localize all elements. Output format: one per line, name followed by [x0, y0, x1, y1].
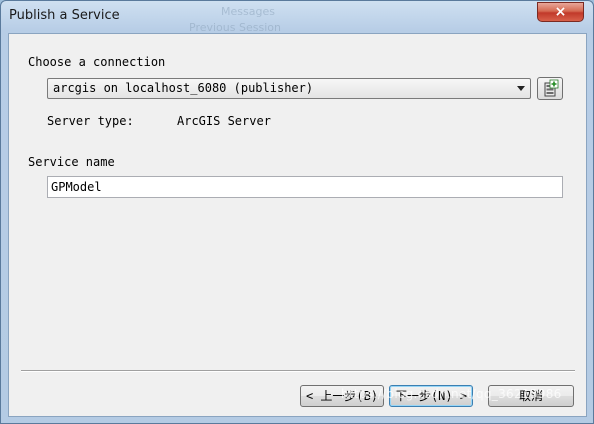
- footer-separator: [21, 370, 575, 372]
- add-connection-button[interactable]: [537, 77, 563, 100]
- ghost-text-messages: Messages: [221, 5, 275, 18]
- server-type-label: Server type:: [47, 114, 134, 128]
- publish-service-dialog: Messages Previous Session Publish a Serv…: [0, 0, 594, 424]
- add-server-connection-icon: [544, 79, 559, 97]
- background-window-ghost: Messages Previous Session: [181, 1, 481, 34]
- dialog-client-area: Choose a connection arcgis on localhost_…: [8, 33, 587, 417]
- service-name-input-value: GPModel: [51, 180, 102, 194]
- close-button[interactable]: ×: [537, 2, 584, 22]
- choose-connection-label: Choose a connection: [28, 55, 166, 69]
- dropdown-arrow-icon: [517, 86, 525, 91]
- connection-dropdown[interactable]: arcgis on localhost_6080 (publisher): [47, 78, 531, 99]
- title-bar[interactable]: Messages Previous Session Publish a Serv…: [1, 1, 593, 34]
- connection-dropdown-value: arcgis on localhost_6080 (publisher): [53, 81, 314, 95]
- close-icon: ×: [554, 4, 567, 20]
- server-type-value: ArcGIS Server: [177, 114, 271, 128]
- watermark-text: https://blog.csdn.net/qq_36213986: [341, 387, 562, 401]
- window-title: Publish a Service: [9, 8, 120, 23]
- service-name-input[interactable]: GPModel: [47, 176, 563, 198]
- service-name-label: Service name: [28, 155, 115, 169]
